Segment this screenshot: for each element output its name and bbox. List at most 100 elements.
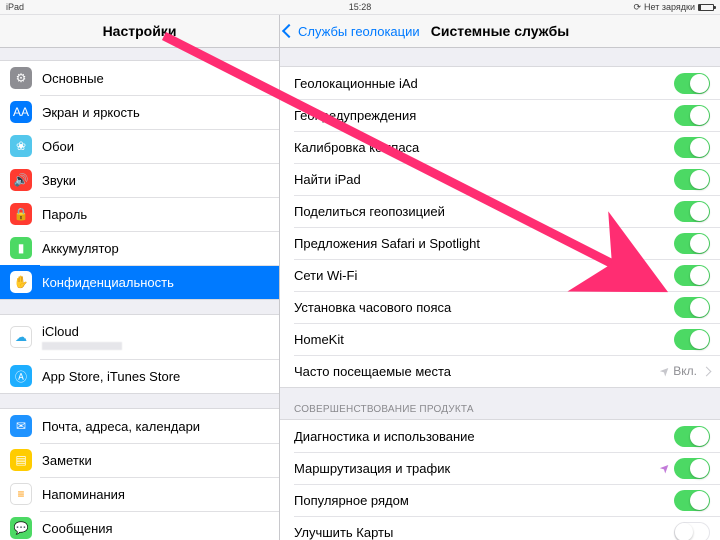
- service-label: Маршрутизация и трафик: [294, 461, 660, 476]
- chevron-right-icon: [702, 366, 712, 376]
- sidebar-item-label: iCloud: [42, 324, 122, 339]
- toggle-switch[interactable]: [674, 329, 710, 350]
- sidebar-item-icon: ⚙: [10, 67, 32, 89]
- toggle-switch[interactable]: [674, 297, 710, 318]
- device-name: iPad: [6, 2, 242, 12]
- settings-title: Настройки: [0, 15, 280, 47]
- toggle-switch[interactable]: [674, 490, 710, 511]
- detail-value: ➤Вкл.: [660, 364, 697, 378]
- battery-icon: [698, 4, 714, 11]
- service-row: Геопредупреждения: [280, 99, 720, 131]
- sidebar-item[interactable]: Ⓐ App Store, iTunes Store: [0, 359, 279, 393]
- toggle-switch[interactable]: [674, 201, 710, 222]
- service-label: Геопредупреждения: [294, 108, 674, 123]
- service-label: Калибровка компаса: [294, 140, 674, 155]
- toggle-switch[interactable]: [674, 233, 710, 254]
- service-label: Диагностика и использование: [294, 429, 674, 444]
- sidebar-item-icon: ☁: [10, 326, 32, 348]
- sidebar-item-icon: AA: [10, 101, 32, 123]
- service-row: Популярное рядом: [280, 484, 720, 516]
- sidebar-item-label: Экран и яркость: [42, 105, 140, 120]
- toggle-switch[interactable]: [674, 169, 710, 190]
- service-label: Сети Wi-Fi: [294, 268, 674, 283]
- toggle-switch[interactable]: [674, 73, 710, 94]
- sidebar-item-icon: 💬: [10, 517, 32, 539]
- service-row: Диагностика и использование: [280, 420, 720, 452]
- sidebar-item-label: Конфиденциальность: [42, 275, 174, 290]
- service-label: Часто посещаемые места: [294, 364, 660, 379]
- service-row: Геолокационные iAd: [280, 67, 720, 99]
- sidebar-item[interactable]: ✉ Почта, адреса, календари: [0, 409, 279, 443]
- service-label: Популярное рядом: [294, 493, 674, 508]
- service-row: Сети Wi-Fi: [280, 259, 720, 291]
- sidebar-item-icon: ✉: [10, 415, 32, 437]
- sidebar-item[interactable]: ⚙ Основные: [0, 61, 279, 95]
- sidebar-item[interactable]: ❀ Обои: [0, 129, 279, 163]
- service-row: Улучшить Карты: [280, 516, 720, 540]
- sidebar-item-icon: ▤: [10, 449, 32, 471]
- sidebar-item[interactable]: ✋ Конфиденциальность: [0, 265, 279, 299]
- sidebar-item[interactable]: 🔊 Звуки: [0, 163, 279, 197]
- toggle-switch[interactable]: [674, 265, 710, 286]
- section-header-improvement: Совершенствование продукта: [280, 388, 720, 419]
- sidebar-item[interactable]: ▤ Заметки: [0, 443, 279, 477]
- frequent-locations-row[interactable]: Часто посещаемые места➤Вкл.: [280, 355, 720, 387]
- sidebar-item-label: Обои: [42, 139, 74, 154]
- service-label: Улучшить Карты: [294, 525, 674, 540]
- sidebar-item[interactable]: 💬 Сообщения: [0, 511, 279, 540]
- sidebar-item-icon: 🔒: [10, 203, 32, 225]
- sidebar-item-icon: ▮: [10, 237, 32, 259]
- sidebar-item[interactable]: ▮ Аккумулятор: [0, 231, 279, 265]
- chevron-left-icon: [282, 24, 296, 38]
- nav-bar: Настройки Службы геолокации Системные сл…: [0, 15, 720, 48]
- sidebar-item-label: Сообщения: [42, 521, 113, 536]
- sidebar-item[interactable]: AA Экран и яркость: [0, 95, 279, 129]
- sidebar-item-label: Основные: [42, 71, 104, 86]
- service-row: HomeKit: [280, 323, 720, 355]
- toggle-switch[interactable]: [674, 105, 710, 126]
- location-arrow-icon: ➤: [657, 362, 674, 379]
- service-row: Предложения Safari и Spotlight: [280, 227, 720, 259]
- sidebar: ⚙ Основные AA Экран и яркость ❀ Обои 🔊 Звуки 🔒 Па…: [0, 48, 280, 540]
- clock: 15:28: [242, 2, 478, 12]
- sidebar-item[interactable]: 🔒 Пароль: [0, 197, 279, 231]
- sidebar-item-icon: 🔊: [10, 169, 32, 191]
- sidebar-item-icon: ✋: [10, 271, 32, 293]
- service-row: Установка часового пояса: [280, 291, 720, 323]
- sidebar-item-icon: ≡: [10, 483, 32, 505]
- service-label: Найти iPad: [294, 172, 674, 187]
- sidebar-item[interactable]: ☁ iCloud: [0, 315, 279, 359]
- sidebar-item-icon: Ⓐ: [10, 365, 32, 387]
- service-label: HomeKit: [294, 332, 674, 347]
- service-label: Предложения Safari и Spotlight: [294, 236, 674, 251]
- status-right: ⟳ Нет зарядки: [478, 2, 714, 13]
- toggle-switch[interactable]: [674, 426, 710, 447]
- sidebar-item-label: Почта, адреса, календари: [42, 419, 200, 434]
- sidebar-item-label: Заметки: [42, 453, 92, 468]
- sync-icon: ⟳: [633, 2, 641, 13]
- toggle-switch[interactable]: [674, 137, 710, 158]
- service-label: Поделиться геопозицией: [294, 204, 674, 219]
- back-label: Службы геолокации: [298, 24, 420, 39]
- service-row: Калибровка компаса: [280, 131, 720, 163]
- charging-label: Нет зарядки: [644, 2, 695, 12]
- sidebar-item-label: Пароль: [42, 207, 87, 222]
- service-row: Маршрутизация и трафик➤: [280, 452, 720, 484]
- sidebar-item-icon: ❀: [10, 135, 32, 157]
- service-label: Геолокационные iAd: [294, 76, 674, 91]
- toggle-switch[interactable]: [674, 458, 710, 479]
- toggle-switch[interactable]: [674, 522, 710, 540]
- service-label: Установка часового пояса: [294, 300, 674, 315]
- sidebar-item[interactable]: ≡ Напоминания: [0, 477, 279, 511]
- service-row: Найти iPad: [280, 163, 720, 195]
- sidebar-item-label: Аккумулятор: [42, 241, 119, 256]
- status-bar: iPad 15:28 ⟳ Нет зарядки: [0, 0, 720, 15]
- service-row: Поделиться геопозицией: [280, 195, 720, 227]
- sidebar-item-label: App Store, iTunes Store: [42, 369, 180, 384]
- detail-title: Системные службы: [431, 23, 569, 39]
- sidebar-item-label: Напоминания: [42, 487, 125, 502]
- sidebar-item-label: Звуки: [42, 173, 76, 188]
- detail-pane: Геолокационные iAd Геопредупреждения Калиб…: [280, 48, 720, 540]
- back-button[interactable]: Службы геолокации: [284, 24, 420, 39]
- sidebar-item-subtitle: [42, 342, 122, 350]
